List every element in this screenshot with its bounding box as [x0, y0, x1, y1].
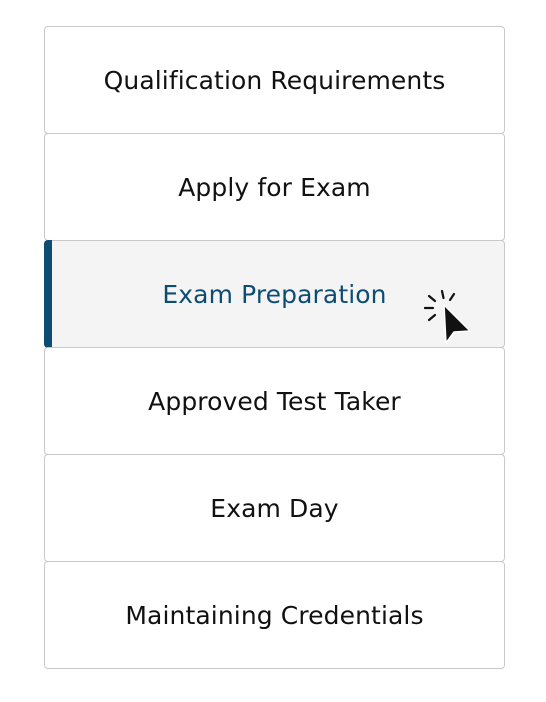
nav-item-label: Exam Day — [210, 493, 339, 523]
nav-item-apply-for-exam[interactable]: Apply for Exam — [44, 133, 505, 241]
nav-item-label: Approved Test Taker — [148, 386, 401, 416]
nav-item-label: Maintaining Credentials — [125, 600, 424, 630]
nav-item-label: Exam Preparation — [162, 279, 387, 309]
nav-item-maintaining-credentials[interactable]: Maintaining Credentials — [44, 561, 505, 669]
nav-item-label: Qualification Requirements — [103, 65, 446, 95]
nav-item-approved-test-taker[interactable]: Approved Test Taker — [44, 347, 505, 455]
section-nav-list: Qualification Requirements Apply for Exa… — [44, 26, 505, 669]
nav-item-qualification-requirements[interactable]: Qualification Requirements — [44, 26, 505, 134]
nav-item-exam-day[interactable]: Exam Day — [44, 454, 505, 562]
nav-item-exam-preparation[interactable]: Exam Preparation — [44, 240, 505, 348]
nav-item-label: Apply for Exam — [178, 172, 371, 202]
